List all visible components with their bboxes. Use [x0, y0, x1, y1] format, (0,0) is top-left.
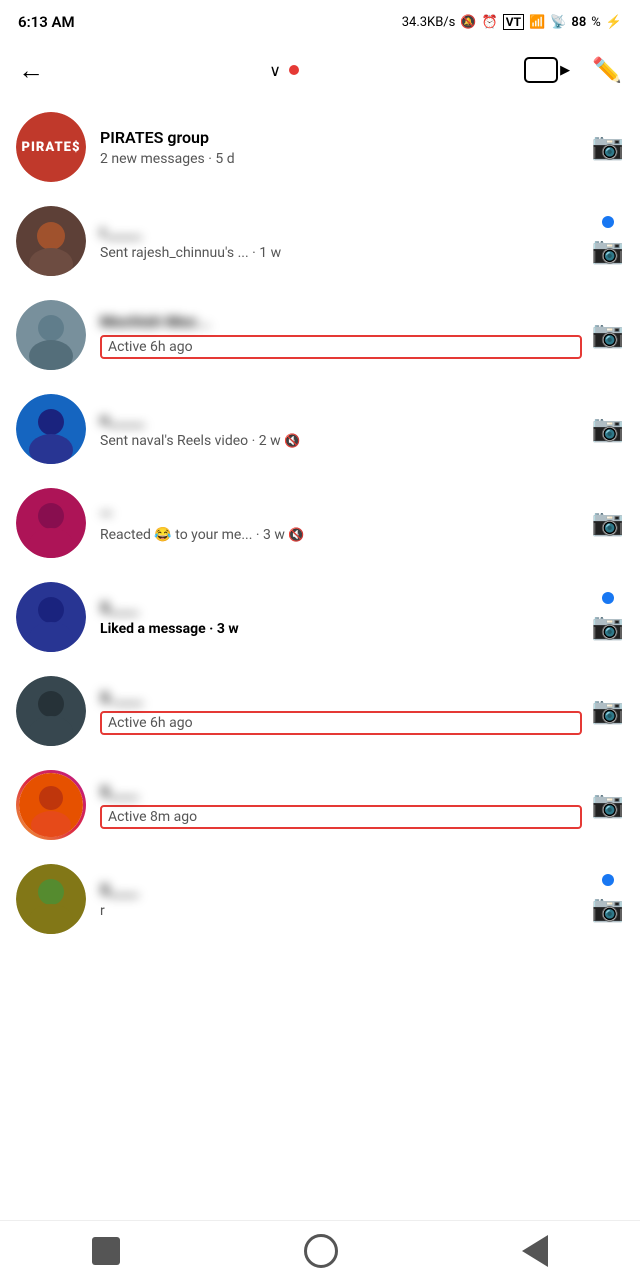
muted-icon: 🔇	[288, 528, 304, 543]
back-button[interactable]	[92, 1237, 120, 1265]
camera-icon: 📷	[592, 236, 624, 266]
home-button[interactable]	[304, 1234, 338, 1268]
avatar	[16, 206, 86, 276]
avatar	[16, 582, 86, 652]
list-item[interactable]: PIRATE$ PIRATES group 2 new messages · 5…	[0, 100, 640, 194]
square-icon	[92, 1237, 120, 1265]
avatar	[16, 676, 86, 746]
edit-icon[interactable]: ✏️	[592, 56, 622, 84]
conv-right: 📷	[592, 790, 624, 820]
recent-button[interactable]	[522, 1235, 548, 1267]
conv-preview: Reacted 😂 to your me... · 3 w 🔇	[100, 527, 582, 543]
back-arrow-icon[interactable]: ←	[18, 55, 44, 86]
conv-name: PIRATES group	[100, 128, 582, 147]
unread-dot	[602, 874, 614, 886]
camera-icon: 📷	[592, 894, 624, 924]
conv-right: 📷	[592, 696, 624, 726]
avatar	[16, 394, 86, 464]
video-call-button[interactable]	[524, 57, 558, 83]
wifi-icon: 📡	[550, 15, 566, 30]
conv-name: S____	[100, 880, 582, 899]
camera-icon: 📷	[592, 612, 624, 642]
conv-name: n_____	[100, 410, 582, 429]
nav-right: ✏️	[524, 56, 622, 84]
chevron-down-icon: ∨	[269, 61, 281, 80]
conv-content: n_____ Sent naval's Reels video · 2 w 🔇	[100, 410, 582, 449]
nav-center: ∨	[269, 61, 299, 80]
conv-content: r_____ Sent rajesh_chinnuu's ... · 1 w	[100, 222, 582, 261]
active-status: Active 6h ago	[100, 335, 582, 359]
conv-name: S.____	[100, 688, 582, 707]
conversation-list: PIRATE$ PIRATES group 2 new messages · 5…	[0, 100, 640, 1014]
conv-name: r_____	[100, 222, 582, 241]
conv-right: 📷	[592, 216, 624, 266]
active-status: Active 8m ago	[100, 805, 582, 829]
avatar	[16, 864, 86, 934]
list-item[interactable]: S____ r 📷	[0, 852, 640, 1014]
battery-level: 88	[571, 15, 586, 30]
nav-back[interactable]: ←	[18, 55, 44, 86]
muted-icon: 🔇	[284, 434, 300, 449]
list-item[interactable]: — Reacted 😂 to your me... · 3 w 🔇 📷	[0, 476, 640, 570]
status-icons: 34.3KB/s 🔕 ⏰ VT 📶 📡 88 % ⚡	[402, 14, 622, 30]
conv-name: Mochish Moc...	[100, 312, 582, 331]
conv-right: 📷	[592, 874, 624, 924]
conv-right: 📷	[592, 414, 624, 444]
notification-dot	[289, 65, 299, 75]
conv-content: PIRATES group 2 new messages · 5 d	[100, 128, 582, 167]
unread-dot	[602, 592, 614, 604]
list-item[interactable]: n_____ Sent naval's Reels video · 2 w 🔇 …	[0, 382, 640, 476]
camera-icon: 📷	[592, 696, 624, 726]
unread-dot	[602, 216, 614, 228]
triangle-icon	[522, 1235, 548, 1267]
camera-icon: 📷	[592, 320, 624, 350]
conv-preview: Sent rajesh_chinnuu's ... · 1 w	[100, 245, 582, 261]
camera-icon: 📷	[592, 508, 624, 538]
conv-content: S____ r	[100, 880, 582, 919]
silent-icon: 🔕	[460, 15, 476, 30]
conv-right: 📷	[592, 320, 624, 350]
conv-preview: Sent naval's Reels video · 2 w 🔇	[100, 433, 582, 449]
vt-icon: VT	[503, 14, 524, 30]
camera-icon: 📷	[592, 132, 624, 162]
status-bar: 6:13 AM 34.3KB/s 🔕 ⏰ VT 📶 📡 88 % ⚡	[0, 0, 640, 40]
list-item[interactable]: S.____ Active 6h ago 📷	[0, 664, 640, 758]
conv-name: S____	[100, 598, 582, 617]
avatar	[16, 770, 86, 840]
conv-right: 📷	[592, 132, 624, 162]
alarm-icon: ⏰	[482, 15, 498, 30]
conv-right: 📷	[592, 592, 624, 642]
avatar	[16, 488, 86, 558]
conv-name: S____	[100, 782, 582, 801]
conv-right: 📷	[592, 508, 624, 538]
conv-content: S.____ Active 6h ago	[100, 688, 582, 735]
list-item[interactable]: Mochish Moc... Active 6h ago 📷	[0, 288, 640, 382]
avatar: PIRATE$	[16, 112, 86, 182]
conv-content: — Reacted 😂 to your me... · 3 w 🔇	[100, 504, 582, 543]
conv-content: S____ Active 8m ago	[100, 782, 582, 829]
circle-icon	[304, 1234, 338, 1268]
camera-icon: 📷	[592, 790, 624, 820]
camera-icon: 📷	[592, 414, 624, 444]
bottom-nav	[0, 1220, 640, 1280]
active-status: Active 6h ago	[100, 711, 582, 735]
top-nav: ← ∨ ✏️	[0, 40, 640, 100]
conv-preview: Liked a message · 3 w	[100, 621, 582, 637]
conv-preview: r	[100, 903, 582, 919]
conv-preview: 2 new messages · 5 d	[100, 151, 582, 167]
avatar	[16, 300, 86, 370]
network-speed: 34.3KB/s	[402, 15, 456, 30]
list-item[interactable]: S____ Liked a message · 3 w 📷	[0, 570, 640, 664]
battery-percent: %	[591, 15, 601, 30]
list-item[interactable]: S____ Active 8m ago 📷	[0, 758, 640, 852]
list-item[interactable]: r_____ Sent rajesh_chinnuu's ... · 1 w 📷	[0, 194, 640, 288]
conv-content: S____ Liked a message · 3 w	[100, 598, 582, 637]
status-time: 6:13 AM	[18, 13, 75, 31]
conv-content: Mochish Moc... Active 6h ago	[100, 312, 582, 359]
signal-icon: 📶	[529, 15, 545, 30]
charging-icon: ⚡	[606, 15, 622, 30]
conv-name: —	[100, 504, 582, 523]
